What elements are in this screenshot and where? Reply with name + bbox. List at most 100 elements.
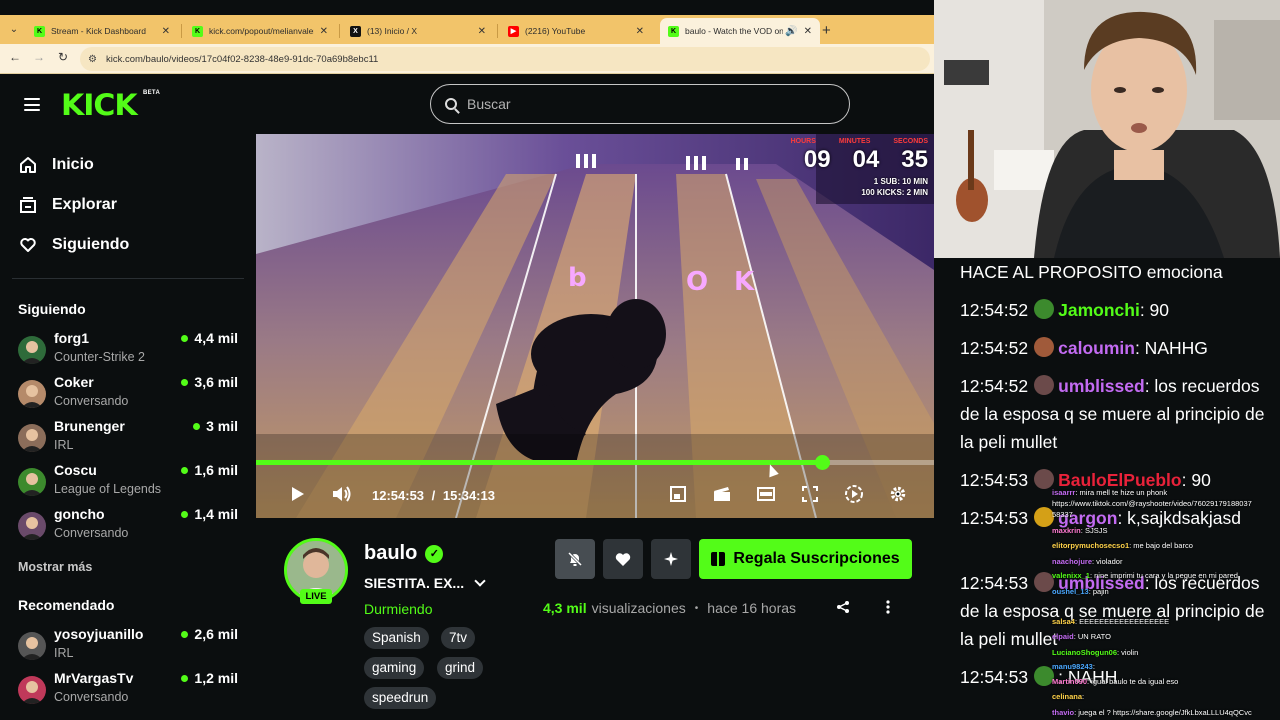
search-placeholder: Buscar xyxy=(467,96,511,112)
overlay-username: thavio xyxy=(1052,708,1075,717)
channel-name[interactable]: baulo xyxy=(364,542,417,565)
browser-tab[interactable]: Kkick.com/popout/melianvalen/ch... ✕ xyxy=(184,18,336,44)
tag[interactable]: Spanish xyxy=(364,627,429,649)
chat-message: 12:54:52 caloumin: NAHHG xyxy=(960,334,1276,362)
tab-title: kick.com/popout/melianvalen/ch... xyxy=(209,26,314,36)
fullscreen-icon[interactable] xyxy=(800,484,820,504)
stream-category[interactable]: Durmiendo xyxy=(364,601,432,617)
nav-inicio[interactable]: Inicio xyxy=(18,153,94,177)
lane-letter: K xyxy=(734,267,755,297)
volume-icon[interactable] xyxy=(332,484,352,504)
back-button[interactable]: ← xyxy=(6,50,24,64)
forward-button[interactable]: → xyxy=(30,50,48,64)
chat-username[interactable]: umblissed xyxy=(1058,376,1145,396)
follow-button[interactable] xyxy=(603,539,643,579)
tag[interactable]: speedrun xyxy=(364,687,437,709)
kick-logo[interactable]: KICK xyxy=(61,88,138,122)
url-field[interactable]: ⚙ kick.com/baulo/videos/17c04f02-8238-48… xyxy=(80,47,930,71)
notifications-off-button[interactable] xyxy=(555,539,595,579)
play-icon[interactable] xyxy=(288,484,308,504)
browser-tab[interactable]: Kbaulo - Watch the VOD on K...🔊 ✕ xyxy=(660,18,820,44)
tab-favicon-icon: X xyxy=(350,25,361,37)
sidebar-channel[interactable]: yosoyjuanillo IRL 2,6 mil xyxy=(18,626,240,666)
browser-tab[interactable]: X (13) Inicio / X ✕ xyxy=(342,18,494,44)
seek-bar[interactable] xyxy=(256,455,940,470)
more-options-icon[interactable] xyxy=(886,600,890,617)
gift-subs-button[interactable]: Regala Suscripciones xyxy=(699,539,912,579)
video-player[interactable]: b O K HOURS MINUTES SECONDS 09 04 35 1 S… xyxy=(256,134,940,518)
close-tab-icon[interactable]: ✕ xyxy=(162,26,170,37)
clip-icon[interactable] xyxy=(668,484,688,504)
timer-seconds: 35 xyxy=(901,146,928,173)
close-tab-icon[interactable]: ✕ xyxy=(478,26,486,37)
chat-username[interactable]: caloumin xyxy=(1058,338,1135,358)
clapper-icon[interactable] xyxy=(712,484,732,504)
overlay-chat-line: 58337 xyxy=(1030,510,1280,519)
lane-letter: b xyxy=(568,263,587,293)
channel-name: Brunenger xyxy=(54,418,125,434)
viewer-count: 1,4 mil xyxy=(181,506,238,522)
browse-icon xyxy=(18,195,38,215)
chevron-down-icon xyxy=(474,575,486,587)
live-dot-icon xyxy=(181,630,189,638)
bell-off-icon xyxy=(567,551,583,567)
verified-icon: ✓ xyxy=(425,544,444,563)
tab-search-button[interactable]: ⌄ xyxy=(4,19,24,39)
close-tab-icon[interactable]: ✕ xyxy=(636,26,644,37)
beta-label: BETA xyxy=(143,90,161,96)
channel-name: goncho xyxy=(54,506,105,522)
stream-title[interactable]: SIESTITA. EX... xyxy=(364,575,486,591)
timer-label: HOURS xyxy=(790,138,816,145)
tag[interactable]: grind xyxy=(437,657,484,679)
close-tab-icon[interactable]: ✕ xyxy=(804,26,812,37)
sidebar-channel[interactable]: goncho Conversando 1,4 mil xyxy=(18,506,240,546)
sidebar: Inicio Explorar Siguiendo Siguiendo forg… xyxy=(0,134,256,720)
chat-username[interactable]: BauloElPueblo xyxy=(1058,470,1181,490)
channel-name-row: baulo ✓ xyxy=(364,542,444,565)
sparkle-button[interactable] xyxy=(651,539,691,579)
overlay-username: isaarrr xyxy=(1052,488,1076,497)
tag[interactable]: 7tv xyxy=(441,627,476,649)
chat-timestamp: 12:54:52 xyxy=(960,300,1029,320)
new-tab-button[interactable]: + xyxy=(822,22,831,39)
sidebar-channel[interactable]: MrVargasTv Conversando 1,2 mil xyxy=(18,670,240,710)
browser-tab[interactable]: ▶ (2216) YouTube ✕ xyxy=(500,18,652,44)
overlay-username: salsa4 xyxy=(1052,617,1075,626)
search-icon xyxy=(445,98,457,110)
time-ago: hace 16 horas xyxy=(707,600,797,616)
stats-separator: • xyxy=(694,602,699,614)
close-tab-icon[interactable]: ✕ xyxy=(320,26,328,37)
show-more-link[interactable]: Mostrar más xyxy=(18,560,92,574)
sidebar-channel[interactable]: Coker Conversando 3,6 mil xyxy=(18,374,240,414)
gift-label: Regala Suscripciones xyxy=(733,550,900,567)
tag[interactable]: gaming xyxy=(364,657,425,679)
menu-icon[interactable] xyxy=(24,98,40,111)
nav-explorar[interactable]: Explorar xyxy=(18,193,117,217)
overlay-username: naachojure xyxy=(1052,557,1093,566)
theater-mode-icon[interactable] xyxy=(756,484,776,504)
share-icon[interactable] xyxy=(836,600,850,617)
settings-icon[interactable] xyxy=(888,484,908,504)
nav-siguiendo[interactable]: Siguiendo xyxy=(18,233,129,257)
search-input[interactable]: Buscar xyxy=(430,84,850,124)
nav-label: Inicio xyxy=(52,156,94,173)
sidebar-channel[interactable]: forg1 Counter-Strike 2 4,4 mil xyxy=(18,330,240,370)
seek-handle[interactable] xyxy=(814,455,830,470)
live-dot-icon xyxy=(181,378,189,386)
reload-button[interactable]: ↻ xyxy=(54,50,72,64)
site-info-icon[interactable]: ⚙ xyxy=(88,54,97,65)
overlay-chat-line: oushel_13: pajin xyxy=(1030,587,1280,596)
overlay-chat-line: celinana: xyxy=(1030,692,1280,701)
audio-icon[interactable]: 🔊 xyxy=(785,26,797,37)
site-header: KICK BETA Buscar xyxy=(0,74,934,134)
overlay-username: celinana xyxy=(1052,692,1083,701)
overlay-chat-line: elpaid: UN RATO xyxy=(1030,632,1280,641)
browser-tab[interactable]: K Stream - Kick Dashboard ✕ xyxy=(26,18,178,44)
playback-speed-icon[interactable] xyxy=(844,484,864,504)
overlay-username: Martin090 xyxy=(1052,677,1088,686)
viewer-count: 4,4 mil xyxy=(181,330,238,346)
sidebar-channel[interactable]: Coscu League of Legends 1,6 mil xyxy=(18,462,240,502)
overlay-text: https://www.tiktok.com/@rayshooter/video… xyxy=(1052,499,1252,508)
sidebar-channel[interactable]: Brunenger IRL 3 mil xyxy=(18,418,240,458)
chat-username[interactable]: Jamonchi xyxy=(1058,300,1140,320)
